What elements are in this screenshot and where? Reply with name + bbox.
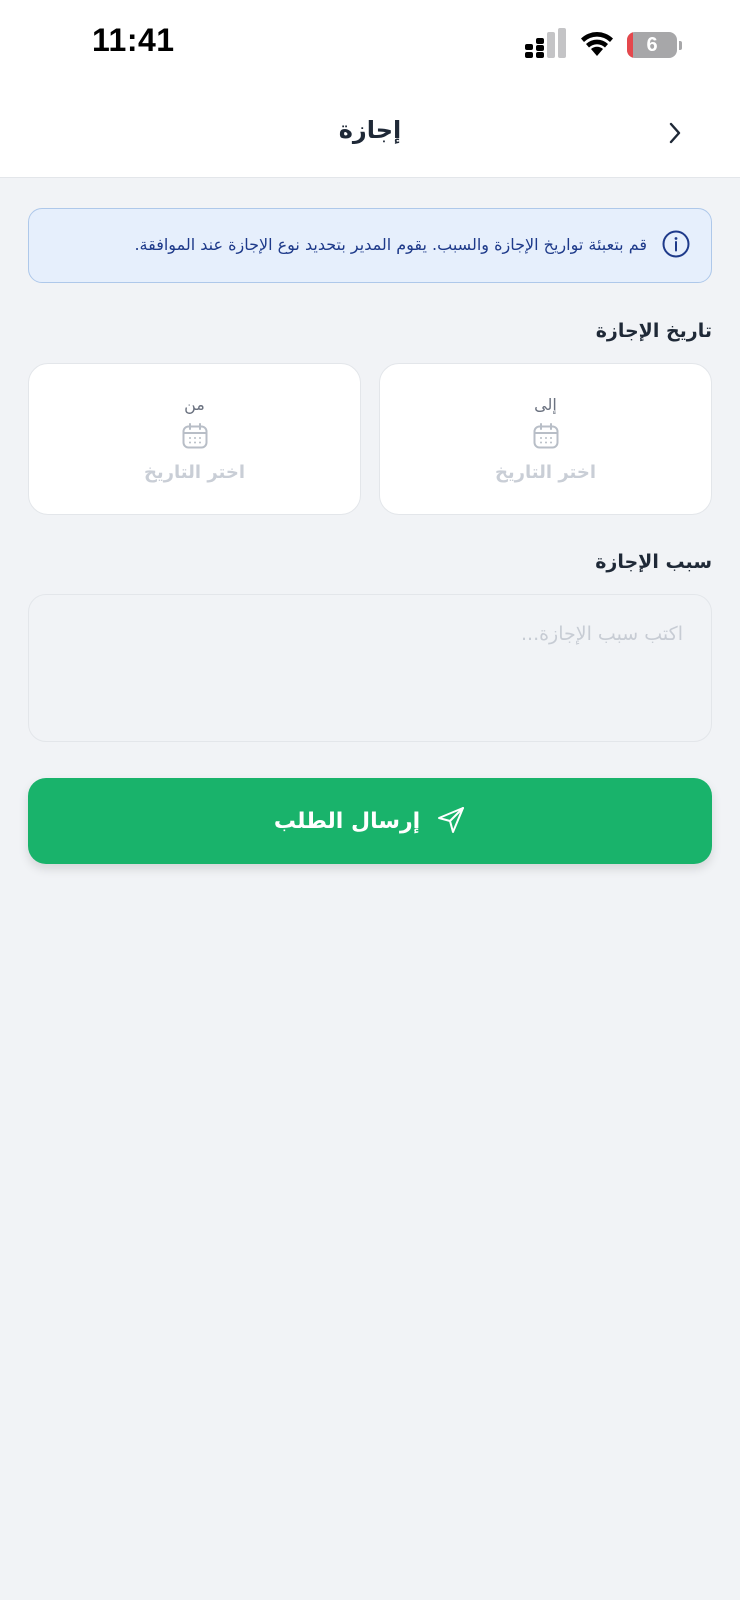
status-time: 11:41 xyxy=(92,22,175,58)
header: إجازة xyxy=(0,90,740,178)
date-from-label: من xyxy=(184,395,205,414)
date-from-placeholder: اختر التاريخ xyxy=(143,462,246,483)
info-text: قم بتعبئة تواريخ الإجازة والسبب. يقوم ال… xyxy=(134,235,647,255)
submit-label: إرسال الطلب xyxy=(273,808,421,834)
date-to-label: إلى xyxy=(534,395,557,414)
back-button[interactable] xyxy=(660,118,690,148)
send-icon xyxy=(436,805,466,838)
battery-icon: 6 xyxy=(627,32,677,58)
info-banner: قم بتعبئة تواريخ الإجازة والسبب. يقوم ال… xyxy=(28,208,712,283)
status-icons: 6 xyxy=(525,28,682,62)
date-row: إلى اختر التاريخ من اختر التاريخ xyxy=(28,363,712,515)
status-bar: 11:41 6 xyxy=(0,0,740,90)
battery-level: 6 xyxy=(646,33,658,56)
reason-input[interactable] xyxy=(57,623,683,713)
leave-date-label: تاريخ الإجازة xyxy=(595,320,712,342)
info-icon xyxy=(661,229,691,263)
calendar-icon xyxy=(181,422,209,454)
leave-reason-label: سبب الإجازة xyxy=(595,551,712,573)
calendar-icon xyxy=(532,422,560,454)
cellular-signal-icon xyxy=(525,28,567,62)
date-to-picker[interactable]: إلى اختر التاريخ xyxy=(379,363,712,515)
page-title: إجازة xyxy=(338,116,402,144)
submit-button[interactable]: إرسال الطلب xyxy=(28,778,712,864)
chevron-right-icon xyxy=(669,122,681,144)
date-from-picker[interactable]: من اختر التاريخ xyxy=(28,363,361,515)
reason-box xyxy=(28,594,712,742)
date-to-placeholder: اختر التاريخ xyxy=(494,462,597,483)
wifi-icon xyxy=(579,29,615,61)
